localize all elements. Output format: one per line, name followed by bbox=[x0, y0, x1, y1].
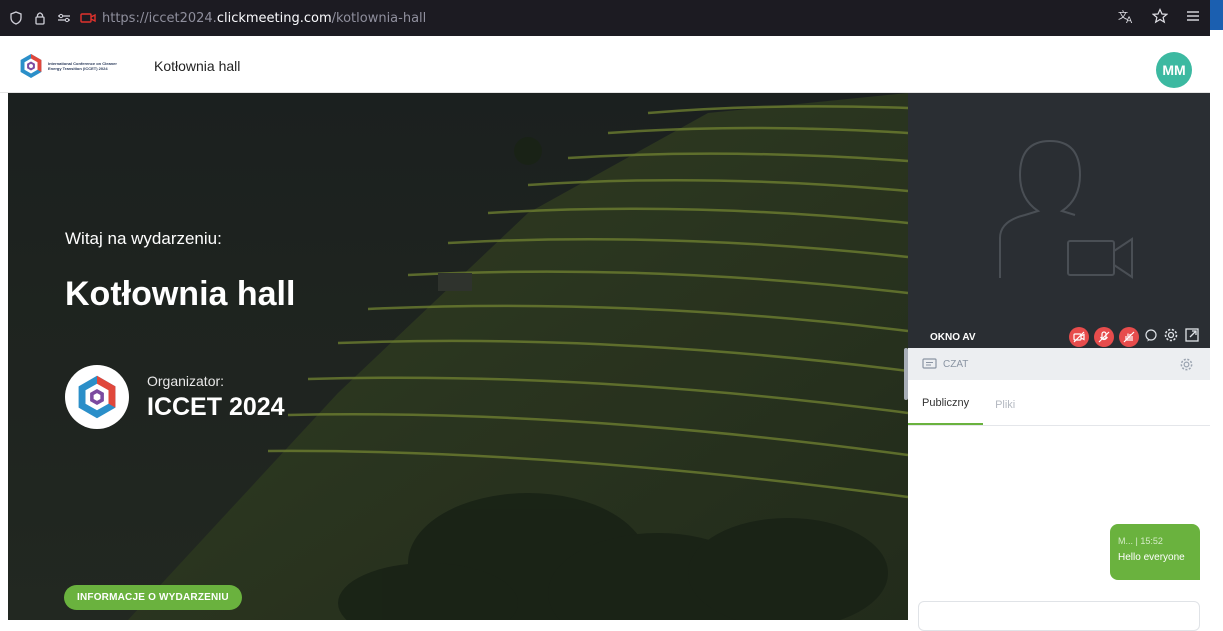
chat-header: CZAT bbox=[908, 348, 1210, 380]
hexagon-logo-icon bbox=[20, 54, 42, 78]
window-edge bbox=[1210, 0, 1223, 620]
permissions-icon[interactable] bbox=[56, 10, 72, 26]
chat-message: M... | 15:52 Hello everyone bbox=[1110, 524, 1200, 580]
av-label: OKNO AV bbox=[930, 331, 976, 343]
menu-icon[interactable] bbox=[1186, 9, 1200, 28]
logo-text: International Conference on Cleaner Ener… bbox=[48, 61, 117, 71]
microphone-off-icon[interactable] bbox=[1094, 327, 1114, 347]
shield-icon[interactable] bbox=[8, 10, 24, 26]
organizer-logo bbox=[65, 365, 129, 429]
browser-toolbar: https://iccet2024.clickmeeting.com/kotlo… bbox=[0, 0, 1210, 36]
event-name: Kotłownia hall bbox=[65, 275, 296, 313]
chat-input[interactable] bbox=[918, 601, 1200, 631]
conference-logo[interactable]: International Conference on Cleaner Ener… bbox=[18, 53, 148, 79]
hand-raise-off-icon[interactable] bbox=[1119, 327, 1139, 347]
url-path: /kotlownia-hall bbox=[331, 10, 427, 26]
welcome-text: Witaj na wydarzeniu: bbox=[65, 229, 222, 248]
av-controls bbox=[1069, 326, 1200, 348]
organizer-block: Organizator: ICCET 2024 bbox=[65, 365, 285, 429]
url-domain: clickmeeting.com bbox=[216, 10, 332, 26]
popout-icon[interactable] bbox=[1184, 327, 1200, 348]
rice-terraces-background bbox=[8, 93, 908, 620]
camera-sharing-icon[interactable] bbox=[80, 10, 96, 26]
url-prefix: https://iccet2024. bbox=[102, 10, 217, 26]
svg-text:A: A bbox=[1126, 16, 1133, 24]
user-avatar[interactable]: MM bbox=[1156, 52, 1192, 88]
chat-tabs: Publiczny Pliki bbox=[908, 380, 1210, 426]
star-bookmark-icon[interactable] bbox=[1151, 7, 1169, 29]
organizer-label: Organizator: bbox=[147, 372, 225, 389]
chat-title: CZAT bbox=[943, 358, 969, 370]
address-bar[interactable]: https://iccet2024.clickmeeting.com/kotlo… bbox=[102, 11, 426, 26]
organizer-text: Organizator: ICCET 2024 bbox=[147, 373, 285, 422]
window-edge-accent bbox=[1210, 0, 1223, 30]
event-info-button[interactable]: INFORMACJE O WYDARZENIU bbox=[64, 585, 242, 610]
room-title: Kotłownia hall bbox=[154, 58, 241, 74]
message-text: Hello everyone bbox=[1118, 552, 1185, 563]
lock-icon[interactable] bbox=[32, 10, 48, 26]
av-toolbar: OKNO AV bbox=[908, 326, 1210, 348]
chat-icon bbox=[922, 357, 937, 371]
organizer-name: ICCET 2024 bbox=[147, 392, 285, 421]
tab-public[interactable]: Publiczny bbox=[908, 397, 984, 425]
tab-files[interactable]: Pliki bbox=[995, 399, 1015, 425]
camera-off-icon[interactable] bbox=[1069, 327, 1089, 347]
chat-bubble-icon[interactable] bbox=[1144, 328, 1158, 347]
message-meta: M... | 15:52 bbox=[1118, 536, 1163, 546]
chat-panel: CZAT Publiczny Pliki M... | 15:52 Hello … bbox=[908, 348, 1210, 631]
av-window: OKNO AV bbox=[908, 93, 1210, 348]
translate-icon[interactable]: 文A bbox=[1118, 8, 1134, 29]
app-header: International Conference on Cleaner Ener… bbox=[0, 40, 1210, 93]
gear-icon[interactable] bbox=[1163, 327, 1179, 348]
event-hero: Witaj na wydarzeniu: Kotłownia hall Orga… bbox=[8, 93, 908, 620]
hexagon-logo-icon bbox=[78, 375, 116, 419]
no-video-user-icon bbox=[999, 139, 1133, 279]
chat-settings-gear-icon[interactable] bbox=[1179, 357, 1194, 377]
